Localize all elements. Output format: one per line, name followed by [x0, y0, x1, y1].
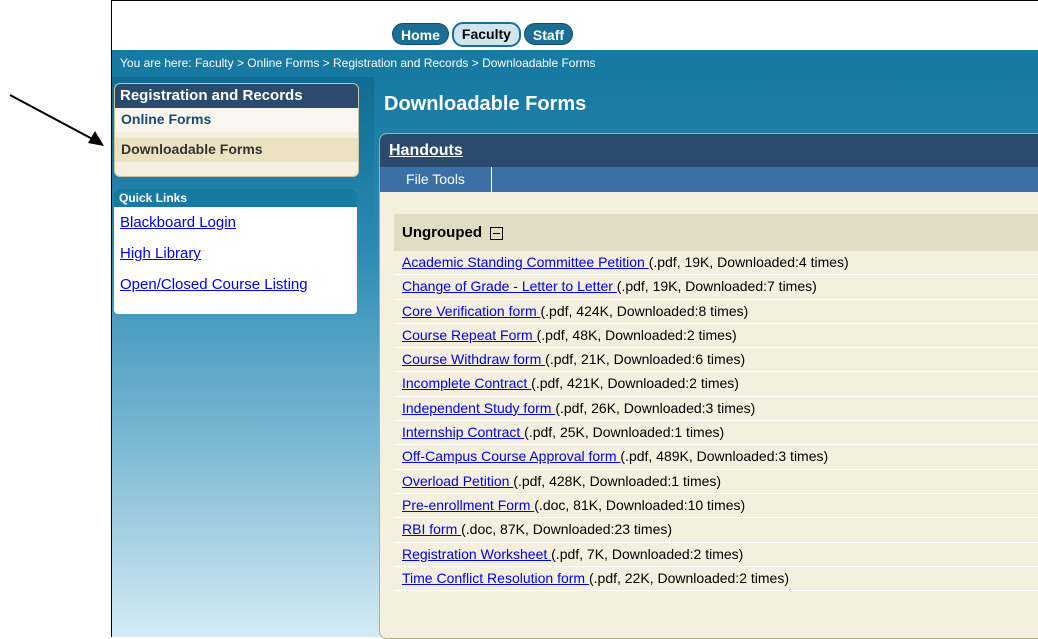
- list-item: Incomplete Contract (.pdf, 421K, Downloa…: [394, 372, 1038, 397]
- tab-staff[interactable]: Staff: [523, 23, 574, 45]
- file-info: (.pdf, 7K, Downloaded:2 times): [551, 545, 744, 562]
- file-info: (.pdf, 424K, Downloaded:8 times): [540, 302, 749, 319]
- file-link[interactable]: Course Repeat Form: [402, 327, 537, 343]
- quick-links-title: Quick Links: [114, 189, 357, 207]
- sidebar-section-title: Registration and Records: [115, 84, 358, 108]
- breadcrumb-text: You are here: Faculty > Online Forms > R…: [120, 56, 596, 70]
- list-item: Internship Contract (.pdf, 25K, Download…: [394, 421, 1038, 446]
- file-link[interactable]: Internship Contract: [402, 424, 524, 440]
- file-link[interactable]: RBI form: [402, 521, 461, 537]
- file-link[interactable]: Change of Grade - Letter to Letter: [402, 278, 617, 294]
- breadcrumb: You are here: Faculty > Online Forms > R…: [112, 50, 1038, 77]
- top-nav: Home Faculty Staff: [392, 22, 574, 48]
- file-link[interactable]: Registration Worksheet: [402, 546, 551, 562]
- file-link[interactable]: Core Verification form: [402, 303, 541, 319]
- file-info: (.doc, 87K, Downloaded:23 times): [461, 521, 673, 538]
- quick-links-panel: Quick Links Blackboard Login High Librar…: [114, 189, 357, 314]
- annotation-arrow-icon: [9, 94, 104, 146]
- page-title: Downloadable Forms: [384, 93, 587, 115]
- list-item: Academic Standing Committee Petition (.p…: [394, 251, 1038, 276]
- sidebar-item-downloadable-forms[interactable]: Downloadable Forms: [115, 138, 358, 162]
- collapse-toggle-icon[interactable]: [490, 226, 504, 240]
- file-info: (.pdf, 428K, Downloaded:1 times): [513, 472, 722, 489]
- list-item: Overload Petition (.pdf, 428K, Downloade…: [394, 470, 1038, 494]
- file-info: (.doc, 81K, Downloaded:10 times): [534, 496, 746, 513]
- list-item: Course Withdraw form (.pdf, 21K, Downloa…: [394, 348, 1038, 373]
- file-tools-button[interactable]: File Tools: [380, 167, 492, 192]
- list-item: RBI form (.doc, 87K, Downloaded:23 times…: [394, 518, 1038, 543]
- group-header: Ungrouped: [394, 214, 1038, 251]
- file-info: (.pdf, 489K, Downloaded:3 times): [620, 448, 829, 465]
- file-list: Academic Standing Committee Petition (.p…: [394, 251, 1038, 592]
- file-info: (.pdf, 21K, Downloaded:6 times): [545, 351, 746, 368]
- list-item: Off-Campus Course Approval form (.pdf, 4…: [394, 445, 1038, 470]
- list-item: Independent Study form (.pdf, 26K, Downl…: [394, 397, 1038, 422]
- file-link[interactable]: Overload Petition: [402, 473, 513, 489]
- list-item: Time Conflict Resolution form (.pdf, 22K…: [394, 567, 1038, 592]
- tab-faculty[interactable]: Faculty: [451, 22, 521, 47]
- file-info: (.pdf, 26K, Downloaded:3 times): [555, 399, 756, 416]
- file-link[interactable]: Pre-enrollment Form: [402, 497, 534, 513]
- file-link[interactable]: Academic Standing Committee Petition: [402, 254, 649, 270]
- sidebar-section-registration: Registration and Records Online Forms Do…: [114, 83, 359, 177]
- file-info: (.pdf, 22K, Downloaded:2 times): [588, 569, 789, 586]
- file-link[interactable]: Course Withdraw form: [402, 351, 545, 367]
- group-label: Ungrouped: [402, 224, 482, 241]
- list-item: Core Verification form (.pdf, 424K, Down…: [394, 300, 1038, 324]
- list-item: Course Repeat Form (.pdf, 48K, Downloade…: [394, 324, 1038, 349]
- file-link[interactable]: Incomplete Contract: [402, 375, 531, 391]
- file-info: (.pdf, 25K, Downloaded:1 times): [524, 424, 725, 441]
- quick-link-high-library[interactable]: High Library: [114, 238, 357, 269]
- sidebar-item-online-forms[interactable]: Online Forms: [115, 108, 358, 132]
- file-link[interactable]: Independent Study form: [402, 400, 555, 416]
- file-info: (.pdf, 19K, Downloaded:7 times): [616, 278, 817, 295]
- handouts-panel: Handouts File Tools Ungrouped Academic S…: [379, 133, 1038, 639]
- file-info: (.pdf, 421K, Downloaded:2 times): [531, 375, 739, 392]
- frame-top-border: [111, 0, 1038, 1]
- panel-toolbar: File Tools: [380, 167, 1038, 192]
- handouts-panel-title[interactable]: Handouts: [380, 134, 1038, 167]
- list-item: Change of Grade - Letter to Letter (.pdf…: [394, 275, 1038, 300]
- tab-home[interactable]: Home: [392, 23, 449, 45]
- quick-link-blackboard-login[interactable]: Blackboard Login: [114, 207, 357, 238]
- file-link[interactable]: Time Conflict Resolution form: [402, 570, 589, 586]
- quick-link-open-closed-course-listing[interactable]: Open/Closed Course Listing: [114, 269, 357, 300]
- file-info: (.pdf, 19K, Downloaded:4 times): [648, 254, 849, 270]
- list-item: Pre-enrollment Form (.doc, 81K, Download…: [394, 494, 1038, 519]
- file-info: (.pdf, 48K, Downloaded:2 times): [536, 326, 737, 343]
- file-link[interactable]: Off-Campus Course Approval form: [402, 448, 620, 464]
- list-item: Registration Worksheet (.pdf, 7K, Downlo…: [394, 543, 1038, 567]
